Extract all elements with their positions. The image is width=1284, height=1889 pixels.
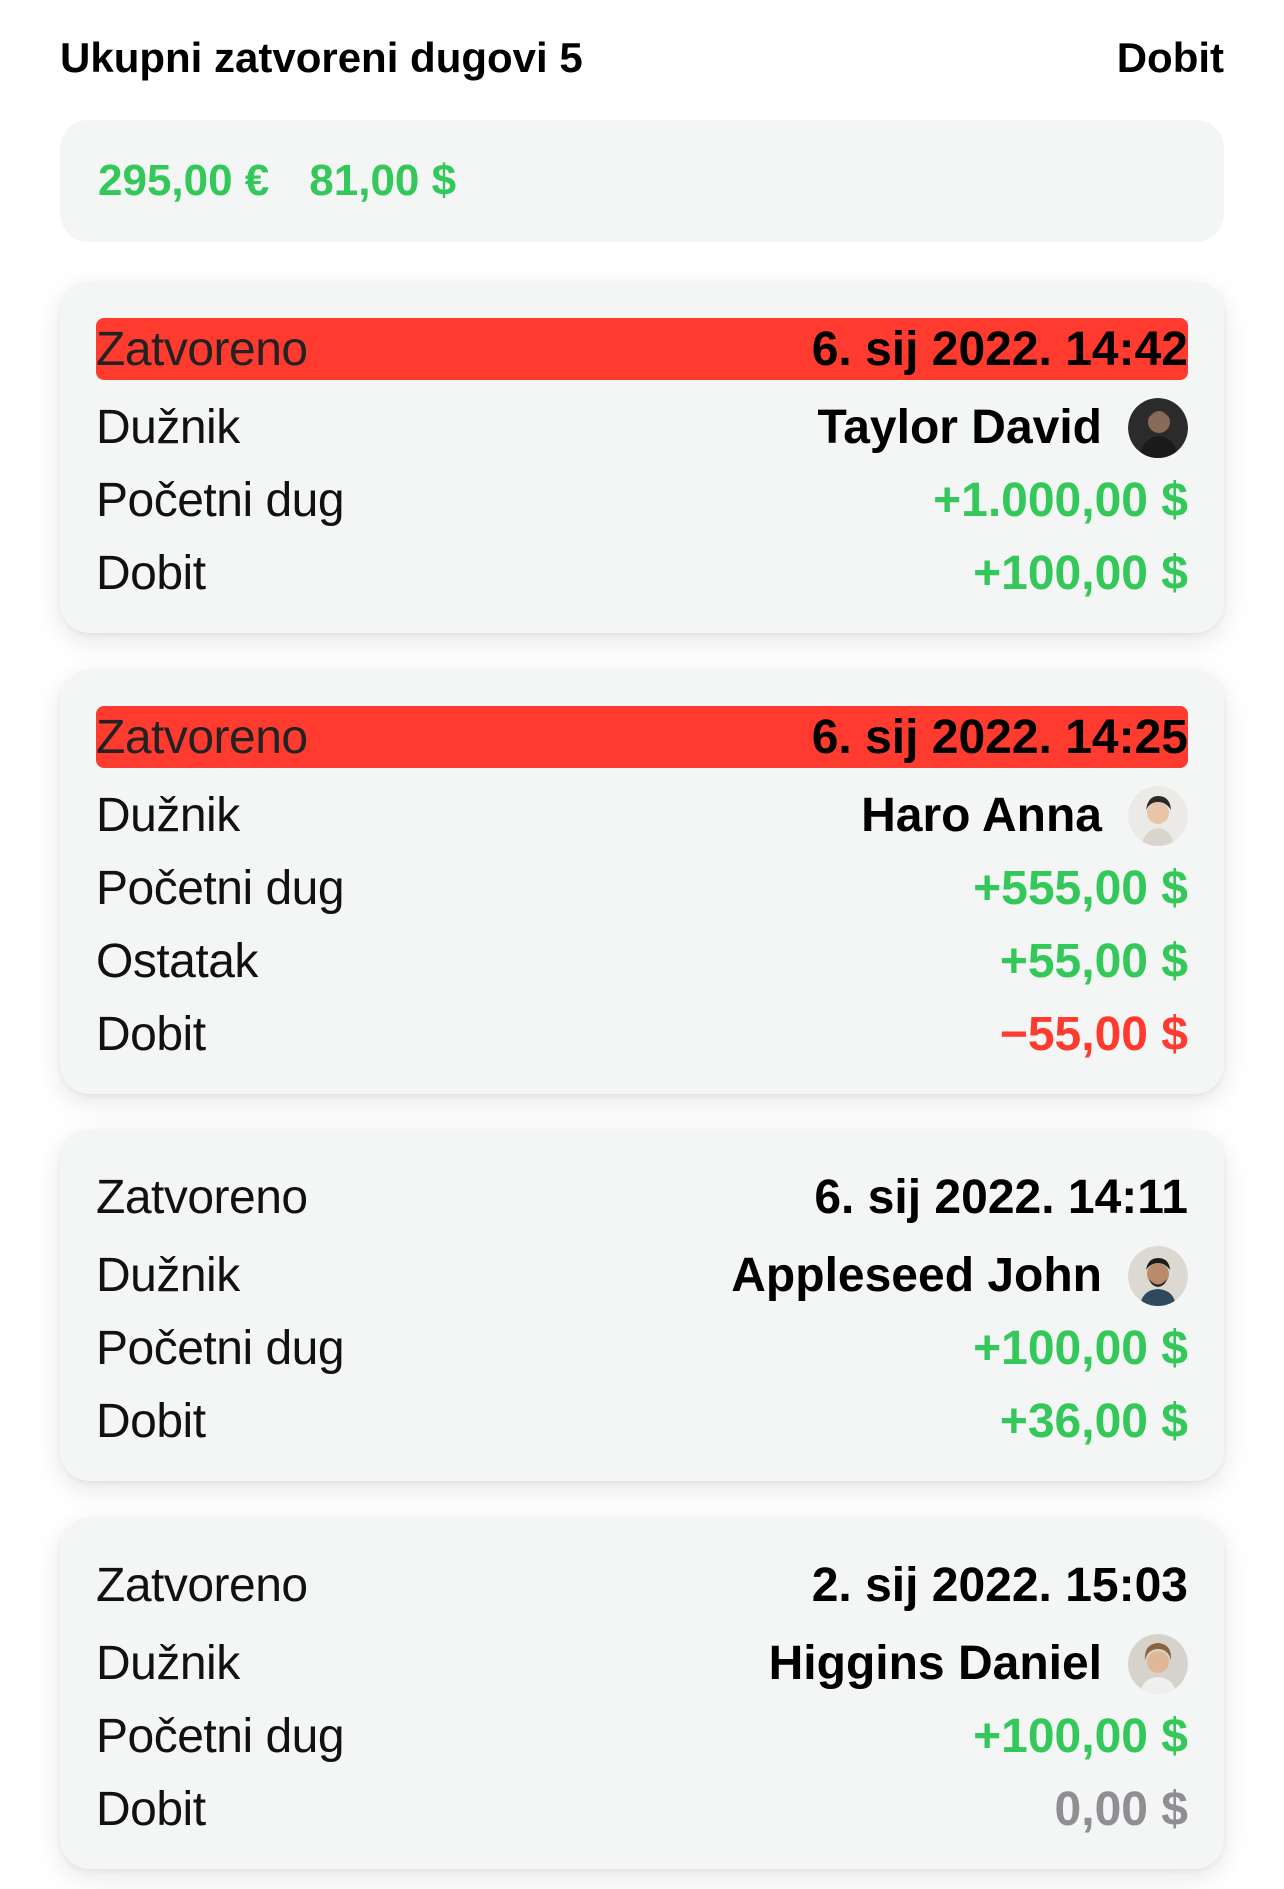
closed-label: Zatvoreno [96,1558,308,1612]
initial-debt-label: Početni dug [96,474,345,527]
debtor-label: Dužnik [96,1249,240,1302]
avatar-photo-icon [1128,1245,1188,1306]
closed-date: 6. sij 2022. 14:42 [811,322,1188,376]
initial-debt-label: Početni dug [96,1710,345,1763]
debt-card[interactable]: Zatvoreno 2. sij 2022. 15:03 Dužnik Higg… [60,1518,1224,1869]
debtor-name: Haro Anna [861,789,1102,842]
closed-date: 6. sij 2022. 14:11 [814,1170,1188,1224]
debtor-name: Taylor David [817,401,1102,454]
total-usd: 81,00 $ [309,156,457,205]
avatar-photo-icon [1128,397,1188,458]
profit-row: Dobit 0,00 $ [96,1773,1188,1846]
profit-row: Dobit −55,00 $ [96,998,1188,1071]
avatar-photo-icon [1128,785,1188,846]
initial-debt-value: +100,00 $ [973,1322,1188,1375]
closed-label: Zatvoreno [96,1170,308,1224]
debtor-label: Dužnik [96,401,240,454]
debtor-value: Haro Anna [861,785,1188,846]
closed-row: Zatvoreno 6. sij 2022. 14:25 [96,706,1188,768]
initial-debt-row: Početni dug +1.000,00 $ [96,464,1188,537]
debtor-row: Dužnik Higgins Daniel [96,1627,1188,1700]
remainder-value: +55,00 $ [999,935,1188,988]
profit-value: +36,00 $ [999,1395,1188,1448]
debtor-row: Dužnik Appleseed John [96,1239,1188,1312]
totals-summary: 295,00 € 81,00 $ [60,120,1224,242]
profit-label: Dobit [96,1008,206,1061]
header: Ukupni zatvoreni dugovi 5 Dobit [60,30,1224,86]
profit-sort-button[interactable]: Dobit [1117,34,1224,82]
remainder-row: Ostatak +55,00 $ [96,925,1188,998]
initial-debt-label: Početni dug [96,862,345,915]
initial-debt-row: Početni dug +100,00 $ [96,1312,1188,1385]
debtor-row: Dužnik Haro Anna [96,779,1188,852]
profit-value: 0,00 $ [1054,1783,1188,1836]
debtor-name: Higgins Daniel [768,1637,1102,1690]
closed-label: Zatvoreno [96,322,308,376]
debt-card[interactable]: Zatvoreno 6. sij 2022. 14:25 Dužnik Haro… [60,670,1224,1094]
initial-debt-row: Početni dug +555,00 $ [96,852,1188,925]
profit-label: Dobit [96,547,206,600]
closed-date: 6. sij 2022. 14:25 [811,710,1188,764]
closed-label: Zatvoreno [96,710,308,764]
profit-value: +100,00 $ [973,547,1188,600]
profit-value: −55,00 $ [999,1008,1188,1061]
debt-card[interactable]: Zatvoreno 6. sij 2022. 14:11 Dužnik Appl… [60,1130,1224,1481]
debtor-row: Dužnik Taylor David [96,391,1188,464]
initial-debt-value: +100,00 $ [973,1710,1188,1763]
debtor-value: Appleseed John [731,1245,1188,1306]
debtor-value: Taylor David [817,397,1188,458]
initial-debt-value: +1.000,00 $ [933,474,1188,527]
initial-debt-row: Početni dug +100,00 $ [96,1700,1188,1773]
closed-row: Zatvoreno 6. sij 2022. 14:42 [96,318,1188,380]
initial-debt-value: +555,00 $ [973,862,1188,915]
closed-row: Zatvoreno 6. sij 2022. 14:11 [96,1166,1188,1228]
debtor-label: Dužnik [96,1637,240,1690]
debtor-name: Appleseed John [731,1249,1102,1302]
closed-row: Zatvoreno 2. sij 2022. 15:03 [96,1554,1188,1616]
profit-label: Dobit [96,1783,206,1836]
profit-label: Dobit [96,1395,206,1448]
avatar-photo-icon [1128,1633,1188,1694]
profit-row: Dobit +36,00 $ [96,1385,1188,1458]
total-eur: 295,00 € [98,156,270,205]
page-title: Ukupni zatvoreni dugovi 5 [60,34,583,81]
debt-card[interactable]: Zatvoreno 6. sij 2022. 14:42 Dužnik Tayl… [60,282,1224,633]
debtor-label: Dužnik [96,789,240,842]
initial-debt-label: Početni dug [96,1322,345,1375]
remainder-label: Ostatak [96,935,258,988]
closed-date: 2. sij 2022. 15:03 [811,1558,1188,1612]
profit-row: Dobit +100,00 $ [96,537,1188,610]
debtor-value: Higgins Daniel [768,1633,1188,1694]
